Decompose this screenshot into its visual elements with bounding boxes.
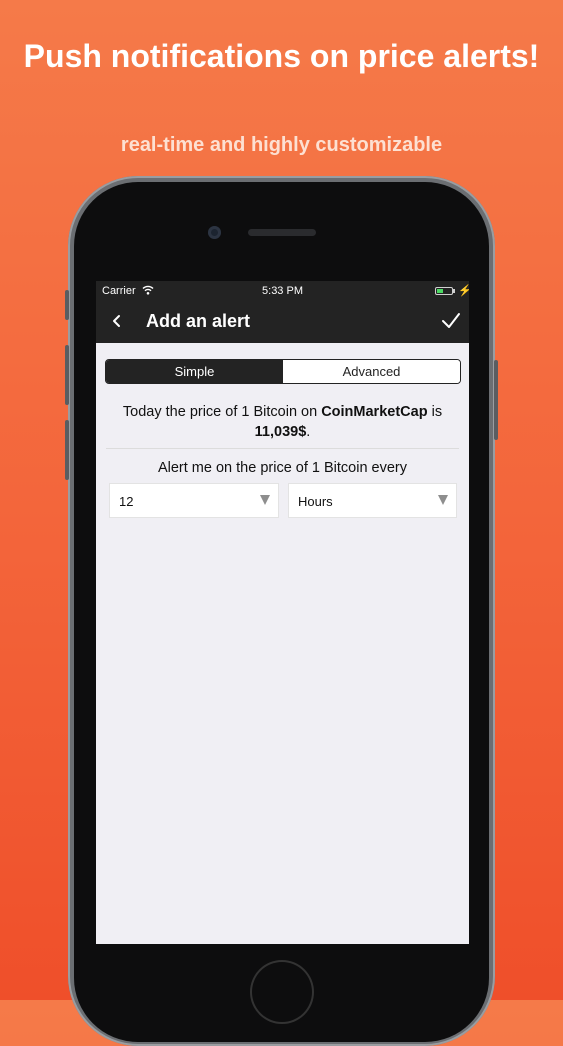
back-icon[interactable] <box>110 311 124 331</box>
interval-unit: Hours <box>298 494 333 509</box>
mute-switch <box>65 290 69 320</box>
interval-value-select[interactable]: 12 <box>109 483 279 518</box>
front-camera <box>208 226 221 239</box>
promo-subheadline: real-time and highly customizable <box>120 134 443 156</box>
tab-advanced[interactable]: Advanced <box>283 360 460 383</box>
battery-icon <box>435 287 453 295</box>
section-divider <box>106 448 459 449</box>
price-info-prefix: Today the price of 1 Bitcoin on <box>122 404 318 420</box>
power-button <box>494 360 498 440</box>
home-button <box>250 960 314 1024</box>
alert-label: Alert me on the price of 1 Bitcoin every <box>157 460 408 476</box>
caret-down-icon <box>438 495 448 505</box>
volume-down-button <box>65 420 69 480</box>
price-info-end: . <box>306 424 311 440</box>
price-source: CoinMarketCap <box>321 404 428 420</box>
status-bar: Carrier 5:33 PM ⚡ <box>96 281 469 301</box>
promo-headline: Push notifications on price alerts! <box>23 38 540 74</box>
status-time: 5:33 PM <box>262 285 303 297</box>
bolt-icon: ⚡ <box>458 285 469 297</box>
check-icon[interactable] <box>440 311 462 331</box>
mode-segmented-control: Simple Advanced <box>105 359 461 384</box>
current-price: 11,039$ <box>254 424 307 440</box>
navigation-bar: Add an alert <box>96 301 469 343</box>
app-screen: Carrier 5:33 PM ⚡ Add an alert Simple Ad… <box>96 281 469 944</box>
battery-nub <box>453 289 455 293</box>
interval-unit-select[interactable]: Hours <box>288 483 457 518</box>
caret-down-icon <box>260 495 270 505</box>
page-title: Add an alert <box>146 311 251 331</box>
volume-up-button <box>65 345 69 405</box>
tab-simple[interactable]: Simple <box>106 360 283 383</box>
earpiece-speaker <box>248 229 316 236</box>
interval-value: 12 <box>119 494 134 509</box>
price-info: Today the price of 1 Bitcoin on CoinMark… <box>106 402 459 442</box>
price-info-suffix: is <box>431 404 443 420</box>
